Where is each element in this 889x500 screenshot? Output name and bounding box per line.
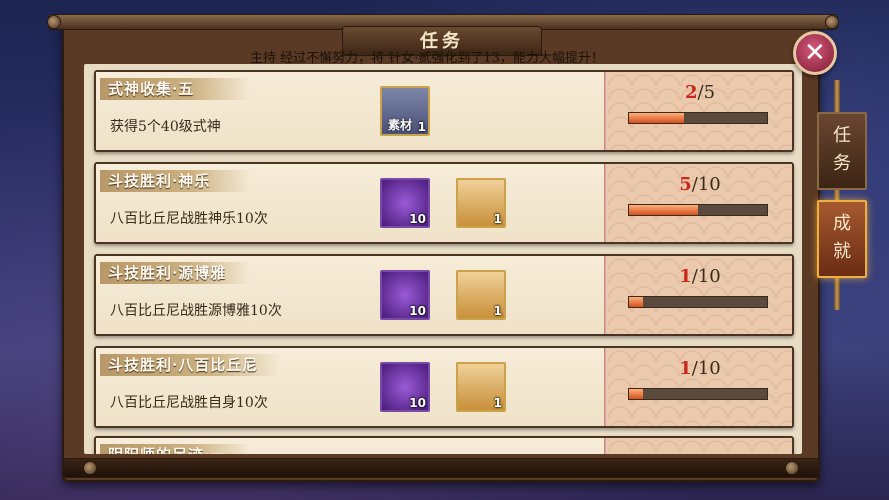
reward-count: 1	[417, 120, 426, 134]
progress-current: 2	[684, 82, 698, 103]
progress-fill	[629, 205, 698, 215]
task-card[interactable]: 阴阳师的足迹·一	[94, 436, 794, 454]
progress-text: 1/10	[608, 358, 792, 379]
progress-fill	[629, 297, 643, 307]
progress-text: 2/5	[608, 82, 792, 103]
rod-knob-right	[785, 461, 799, 475]
red-gift-icon[interactable]: 10	[380, 178, 430, 228]
task-desc: 八百比丘尼战胜自身10次	[110, 395, 268, 411]
task-progress: 1/10	[608, 256, 792, 334]
task-title: 斗技胜利·神乐	[108, 172, 211, 190]
task-title: 阴阳师的足迹·一	[108, 444, 226, 454]
task-title: 斗技胜利·八百比丘尼	[108, 356, 259, 374]
tab-achievements[interactable]: 成 就	[817, 200, 867, 278]
progress-total: /10	[691, 358, 721, 379]
red-gift-icon[interactable]: 10	[380, 362, 430, 412]
task-progress: 1/10	[608, 348, 792, 426]
task-list[interactable]: 式神收集·五 获得5个40级式神 素材 1 2/5 斗技胜利·神乐 八百比丘尼战…	[84, 64, 802, 454]
scroll-bottom-rod	[62, 458, 820, 478]
character-card-icon[interactable]: 1	[456, 362, 506, 412]
close-button[interactable]: ✕	[793, 31, 837, 75]
reward-count: 10	[409, 304, 426, 318]
task-progress: 5/10	[608, 164, 792, 242]
tab-tasks[interactable]: 任 务	[817, 112, 867, 190]
character-card-icon[interactable]: 1	[456, 270, 506, 320]
red-gift-icon[interactable]: 10	[380, 270, 430, 320]
progress-fill	[629, 113, 685, 123]
progress-fill	[629, 389, 643, 399]
tab-tasks-label: 任 务	[833, 125, 851, 174]
reward-tag: 素材	[388, 118, 413, 132]
task-title: 斗技胜利·源博雅	[108, 264, 227, 282]
reward-count: 1	[493, 396, 502, 410]
task-title: 式神收集·五	[108, 80, 195, 98]
task-card[interactable]: 斗技胜利·源博雅 八百比丘尼战胜源博雅10次 10 1 1/10	[94, 254, 794, 336]
task-progress: 2/5	[608, 72, 792, 150]
progress-bar	[628, 296, 768, 308]
progress-current: 1	[679, 266, 692, 287]
progress-bar	[628, 388, 768, 400]
task-card[interactable]: 斗技胜利·神乐 八百比丘尼战胜神乐10次 10 1 5/10	[94, 162, 794, 244]
page-title: 任务	[420, 31, 464, 52]
progress-total: /10	[691, 174, 721, 195]
progress-current: 1	[679, 358, 692, 379]
reward-count: 1	[493, 212, 502, 226]
task-desc: 八百比丘尼战胜源博雅10次	[110, 303, 282, 319]
tab-achievements-label: 成 就	[833, 213, 851, 262]
reward-count: 1	[493, 304, 502, 318]
reward-count: 10	[409, 212, 426, 226]
rod-knob-left	[83, 461, 97, 475]
task-progress	[608, 438, 792, 454]
close-icon: ✕	[804, 38, 826, 68]
task-card[interactable]: 式神收集·五 获得5个40级式神 素材 1 2/5	[94, 70, 794, 152]
progress-text: 1/10	[608, 266, 792, 287]
progress-text: 5/10	[608, 174, 792, 195]
progress-total: /5	[697, 82, 716, 103]
rod-knob-right	[825, 15, 839, 29]
announcement-marquee: 主持 经过不懈努力，将 针女·贰强化到了13，能力大幅提升！	[250, 51, 604, 66]
progress-current: 5	[679, 174, 692, 195]
progress-bar	[628, 112, 768, 124]
reward-count: 10	[409, 396, 426, 410]
progress-bar	[628, 204, 768, 216]
task-card[interactable]: 斗技胜利·八百比丘尼 八百比丘尼战胜自身10次 10 1 1/10	[94, 346, 794, 428]
progress-total: /10	[691, 266, 721, 287]
character-card-icon[interactable]: 1	[456, 178, 506, 228]
reward-material-doll-icon[interactable]: 素材 1	[380, 86, 430, 136]
rod-knob-left	[47, 15, 61, 29]
task-desc: 八百比丘尼战胜神乐10次	[110, 211, 268, 227]
task-desc: 获得5个40级式神	[110, 119, 221, 135]
